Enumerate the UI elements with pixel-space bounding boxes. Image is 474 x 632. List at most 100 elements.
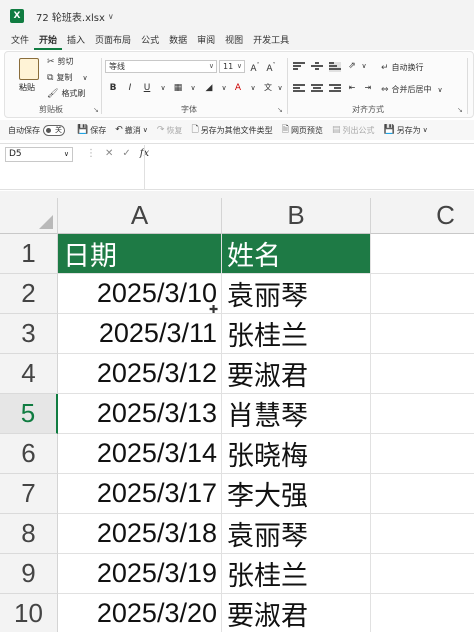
row-header[interactable]: 4 xyxy=(0,354,58,394)
tab-file[interactable]: 文件 xyxy=(6,32,34,50)
align-top-icon[interactable] xyxy=(293,62,305,72)
tab-formulas[interactable]: 公式 xyxy=(136,32,164,50)
row-header[interactable]: 6 xyxy=(0,434,58,474)
merge-center-button[interactable]: ⇔ 合并后居中 ∨ xyxy=(381,84,443,95)
cell-empty[interactable] xyxy=(371,274,474,314)
paste-icon[interactable] xyxy=(19,58,39,80)
align-center-icon[interactable] xyxy=(311,84,323,94)
confirm-icon[interactable]: ✓ xyxy=(122,148,130,159)
wrap-text-button[interactable]: ↵ 自动换行 xyxy=(381,62,424,73)
chevron-down-icon[interactable]: ∨ xyxy=(423,126,428,134)
copy-button[interactable]: ⧉ 复制 ∨ xyxy=(47,72,88,83)
cancel-icon[interactable]: ✕ xyxy=(105,148,113,159)
shrink-font-button[interactable]: A˅ xyxy=(264,59,278,74)
fill-color-icon[interactable]: ◢ xyxy=(202,81,216,95)
save-as-button[interactable]: 💾 另存为 ∨ xyxy=(383,125,427,136)
cell-date[interactable]: 2025/3/18 xyxy=(58,514,222,554)
increase-indent-icon[interactable]: ⇥ xyxy=(361,81,375,95)
row-header[interactable]: 9 xyxy=(0,554,58,594)
grow-font-button[interactable]: A˄ xyxy=(248,59,262,74)
row-header[interactable]: 10 xyxy=(0,594,58,632)
row-header[interactable]: 2 xyxy=(0,274,58,314)
cell-date[interactable]: 2025/3/12 xyxy=(58,354,222,394)
cell-name[interactable]: 肖慧琴 xyxy=(222,394,371,434)
row-header[interactable]: 1 xyxy=(0,234,58,274)
name-box[interactable]: D5 ∨ xyxy=(5,147,73,162)
tab-home[interactable]: 开始 xyxy=(34,32,63,50)
chevron-down-icon[interactable]: ∨ xyxy=(143,126,148,134)
tab-view[interactable]: 视图 xyxy=(220,32,248,50)
cell-empty[interactable] xyxy=(371,594,474,632)
row-header-selected[interactable]: 5 xyxy=(0,394,58,434)
cell-date[interactable]: 2025/3/17 xyxy=(58,474,222,514)
cell-name[interactable]: 张晓梅 xyxy=(222,434,371,474)
save-as-other-button[interactable]: 🗋 另存为其他文件类型 xyxy=(191,122,272,138)
save-button[interactable]: 💾 保存 xyxy=(77,125,106,136)
column-header-c[interactable]: C xyxy=(371,198,474,234)
paste-button[interactable]: 粘贴 xyxy=(19,82,35,93)
cell-empty[interactable] xyxy=(371,354,474,394)
cell-date[interactable]: 2025/3/10 xyxy=(58,274,222,314)
column-header-a[interactable]: A xyxy=(58,198,222,234)
align-right-icon[interactable] xyxy=(329,84,341,94)
chevron-down-icon[interactable]: ∨ xyxy=(186,81,200,95)
cell-empty[interactable] xyxy=(371,434,474,474)
formula-input[interactable] xyxy=(144,145,474,190)
row-header[interactable]: 8 xyxy=(0,514,58,554)
font-color-button[interactable]: A xyxy=(231,81,245,95)
cell-name[interactable]: 要淑君 xyxy=(222,594,371,632)
tab-developer[interactable]: 开发工具 xyxy=(248,32,294,50)
chevron-down-icon[interactable]: ∨ xyxy=(82,74,87,82)
italic-button[interactable]: I xyxy=(123,81,137,95)
toggle-switch[interactable]: 关 xyxy=(43,124,65,136)
cell-c1[interactable] xyxy=(371,234,474,274)
align-middle-icon[interactable] xyxy=(311,62,323,72)
align-bottom-icon[interactable] xyxy=(329,62,341,72)
decrease-indent-icon[interactable]: ⇤ xyxy=(345,81,359,95)
cell-empty[interactable] xyxy=(371,514,474,554)
align-left-icon[interactable] xyxy=(293,84,305,94)
dialog-launcher-icon[interactable]: ↘ xyxy=(93,106,99,114)
tab-review[interactable]: 审阅 xyxy=(192,32,220,50)
list-formulas-button[interactable]: ▤ 列出公式 xyxy=(332,125,375,136)
row-header[interactable]: 3 xyxy=(0,314,58,354)
select-all-button[interactable] xyxy=(0,198,58,234)
redo-button[interactable]: ↷ 恢复 xyxy=(157,125,183,136)
autosave-toggle[interactable]: 自动保存 关 xyxy=(8,124,68,136)
file-name[interactable]: 72 轮班表.xlsx xyxy=(36,9,105,24)
column-header-b[interactable]: B xyxy=(222,198,371,234)
cell-empty[interactable] xyxy=(371,394,474,434)
dialog-launcher-icon[interactable]: ↘ xyxy=(457,106,463,114)
cell-date[interactable]: 2025/3/11 xyxy=(58,314,222,354)
cell-date[interactable]: 2025/3/13 xyxy=(58,394,222,434)
cell-name[interactable]: 要淑君 xyxy=(222,354,371,394)
row-header[interactable]: 7 xyxy=(0,474,58,514)
chevron-down-icon[interactable]: ∨ xyxy=(217,81,231,95)
cell-b1[interactable]: 姓名 xyxy=(222,234,371,274)
font-name-select[interactable]: 等线 ∨ xyxy=(105,60,217,73)
cell-name[interactable]: 张桂兰 xyxy=(222,554,371,594)
cut-button[interactable]: ✂ 剪切 xyxy=(47,56,74,67)
chevron-down-icon[interactable]: ∨ xyxy=(273,81,287,95)
font-size-select[interactable]: 11 ∨ xyxy=(219,60,245,73)
chevron-down-icon[interactable]: ∨ xyxy=(438,86,443,94)
tab-page-layout[interactable]: 页面布局 xyxy=(90,32,136,50)
cell-name[interactable]: 李大强 xyxy=(222,474,371,514)
chevron-down-icon[interactable]: ∨ xyxy=(357,59,371,73)
underline-button[interactable]: U xyxy=(140,81,154,95)
cell-empty[interactable] xyxy=(371,554,474,594)
undo-button[interactable]: ↶ 撤消 ∨ xyxy=(115,125,148,136)
web-preview-button[interactable]: 🗎 网页预览 xyxy=(282,122,323,138)
chevron-down-icon[interactable]: ∨ xyxy=(108,12,114,21)
cell-empty[interactable] xyxy=(371,314,474,354)
chevron-down-icon[interactable]: ∨ xyxy=(246,81,260,95)
borders-icon[interactable]: ▦ xyxy=(171,81,185,95)
tab-data[interactable]: 数据 xyxy=(164,32,192,50)
cell-a1[interactable]: 日期 xyxy=(58,234,222,274)
dialog-launcher-icon[interactable]: ↘ xyxy=(277,106,283,114)
format-painter-button[interactable]: 🖌 格式刷 xyxy=(47,88,85,99)
cell-date[interactable]: 2025/3/20 xyxy=(58,594,222,632)
bold-button[interactable]: B xyxy=(106,81,120,95)
cell-name[interactable]: 袁丽琴 xyxy=(222,514,371,554)
tab-insert[interactable]: 插入 xyxy=(62,32,90,50)
